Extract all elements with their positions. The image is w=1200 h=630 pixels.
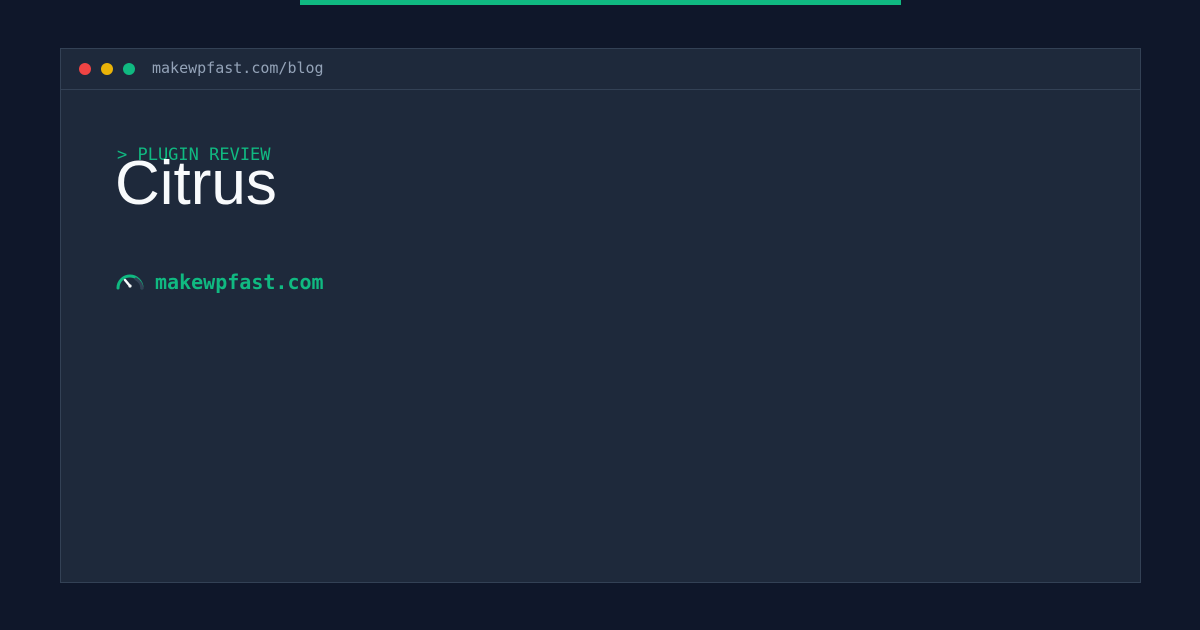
browser-window: makewpfast.com/blog > PLUGIN REVIEW Citr… [60,48,1141,583]
maximize-window-icon[interactable] [123,63,135,75]
minimize-window-icon[interactable] [101,63,113,75]
window-url: makewpfast.com/blog [152,59,324,77]
brand-name: makewpfast.com [155,270,324,294]
speedometer-icon [116,274,144,290]
brand-lockup: makewpfast.com [115,266,324,298]
close-window-icon[interactable] [79,63,91,75]
window-titlebar: makewpfast.com/blog [61,49,1140,90]
post-title: Citrus [115,149,277,218]
top-accent-bar [300,0,901,5]
